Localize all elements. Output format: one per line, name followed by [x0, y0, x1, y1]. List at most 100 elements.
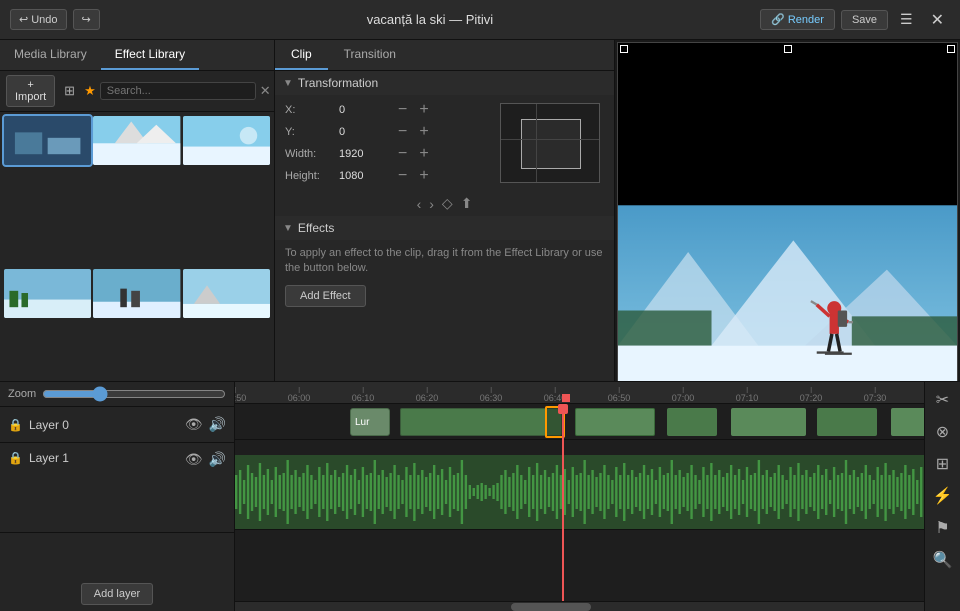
x-row: X: 0 − + [275, 99, 494, 121]
snap-tool-button[interactable]: ⚡ [929, 482, 957, 510]
media-thumbnail-1[interactable] [4, 116, 91, 165]
layer1-name: Layer 1 [29, 451, 179, 465]
window-title: vacanță la ski — Pitivi [100, 12, 760, 27]
render-button[interactable]: 🔗 Render [760, 9, 835, 30]
timeline-controls: Zoom 🔒 Layer 0 👁 🔊 🔒 Layer 1 👁 🔊 Add lay… [0, 382, 235, 611]
scissors-tool-button[interactable]: ✂ [929, 386, 957, 414]
playhead-marker [562, 394, 570, 402]
transform-label: Transformation [298, 76, 378, 90]
y-label: Y: [285, 126, 333, 138]
x-decrement-button[interactable]: − [395, 102, 410, 118]
x-label: X: [285, 104, 333, 116]
layer0-mute-button[interactable]: 🔊 [209, 416, 226, 433]
ruler-tick-4: 06:30 [480, 387, 503, 403]
media-thumbnail-6[interactable] [183, 269, 270, 318]
layer-1-row: 🔒 Layer 1 👁 🔊 [0, 443, 234, 533]
transition-marker [545, 406, 565, 438]
transform-visual [500, 103, 600, 183]
width-label: Width: [285, 148, 333, 160]
layer-0-row: 🔒 Layer 0 👁 🔊 [0, 407, 234, 443]
ruler-tick-10: 07:30 [864, 387, 887, 403]
media-thumbnail-5[interactable] [93, 269, 180, 318]
height-decrement-button[interactable]: − [395, 168, 410, 184]
zoom-row: Zoom [0, 382, 234, 407]
audio-waveform [235, 455, 924, 529]
add-layer-button[interactable]: Add layer [81, 583, 153, 605]
close-button[interactable]: ✕ [925, 8, 950, 32]
width-increment-button[interactable]: + [416, 146, 431, 162]
tab-media-library[interactable]: Media Library [0, 40, 101, 70]
ruler-tick-0: 05:50 [235, 387, 246, 403]
import-button[interactable]: + Import [6, 75, 55, 107]
effects-section-header[interactable]: ▼ Effects [275, 216, 614, 240]
library-toolbar: + Import ⊞ ★ ✕ [0, 71, 274, 112]
height-row: Height: 1080 − + [275, 165, 494, 187]
track-layer-1 [235, 440, 924, 530]
tab-effect-library[interactable]: Effect Library [101, 40, 199, 70]
redo-button[interactable]: ↪ [73, 9, 100, 30]
clip-tabs: Clip Transition [275, 40, 614, 71]
undo-button[interactable]: ↩ Undo [10, 9, 67, 30]
next-keyframe-button[interactable]: › [429, 196, 434, 212]
clip-block-6[interactable] [817, 408, 877, 436]
ruler-tick-6: 06:50 [608, 387, 631, 403]
transform-arrow-icon: ▼ [283, 78, 293, 89]
layer1-lock-button[interactable]: 🔒 [8, 451, 23, 465]
zoom-tool-button[interactable]: 🔍 [929, 546, 957, 574]
bottom-panel: Zoom 🔒 Layer 0 👁 🔊 🔒 Layer 1 👁 🔊 Add lay… [0, 381, 960, 611]
layer0-visibility-button[interactable]: 👁 [185, 416, 203, 433]
undo-icon: ↩ [19, 13, 28, 26]
diamond-keyframe-button[interactable]: ◇ [442, 195, 453, 212]
search-input[interactable] [100, 82, 256, 100]
ruler-tick-8: 07:10 [736, 387, 759, 403]
save-button[interactable]: Save [841, 10, 888, 30]
library-tabs: Media Library Effect Library [0, 40, 274, 71]
layer1-visibility-button[interactable]: 👁 [185, 451, 203, 468]
media-thumbnail-4[interactable] [4, 269, 91, 318]
y-value: 0 [339, 126, 389, 138]
x-value: 0 [339, 104, 389, 116]
x-increment-button[interactable]: + [416, 102, 431, 118]
layer0-lock-button[interactable]: 🔒 [8, 418, 23, 432]
y-increment-button[interactable]: + [416, 124, 431, 140]
media-thumbnail-2[interactable] [93, 116, 180, 165]
timeline-scrollbar[interactable] [235, 601, 924, 611]
clip-block-4[interactable] [667, 408, 717, 436]
layer1-mute-button[interactable]: 🔊 [209, 451, 226, 468]
clip-block-5[interactable] [731, 408, 806, 436]
clip-block-lur[interactable]: Lur [350, 408, 390, 436]
zoom-label: Zoom [8, 388, 36, 400]
y-row: Y: 0 − + [275, 121, 494, 143]
width-decrement-button[interactable]: − [395, 146, 410, 162]
search-clear-button[interactable]: ✕ [260, 83, 271, 99]
transform-section-header[interactable]: ▼ Transformation [275, 71, 614, 95]
list-view-button[interactable]: ⊞ [59, 81, 80, 101]
track-layer-0: Lur [235, 404, 924, 440]
timeline-scrollbar-thumb[interactable] [511, 603, 591, 611]
prev-keyframe-button[interactable]: ‹ [417, 196, 422, 212]
clip-block-3[interactable] [575, 408, 655, 436]
tab-transition[interactable]: Transition [328, 40, 412, 70]
clip-block-2[interactable] [400, 408, 562, 436]
zoom-slider[interactable] [42, 386, 226, 402]
ruler-tick-1: 06:00 [288, 387, 311, 403]
reset-button[interactable]: ⬆ [461, 195, 473, 212]
menu-button[interactable]: ☰ [894, 9, 919, 30]
clip-block-7[interactable] [891, 408, 924, 436]
tab-clip[interactable]: Clip [275, 40, 328, 70]
y-decrement-button[interactable]: − [395, 124, 410, 140]
effects-label: Effects [298, 221, 334, 235]
marker-tool-button[interactable]: ⚑ [929, 514, 957, 542]
height-value: 1080 [339, 170, 389, 182]
height-label: Height: [285, 170, 333, 182]
ruler-tick-9: 07:20 [800, 387, 823, 403]
height-increment-button[interactable]: + [416, 168, 431, 184]
effects-hint: To apply an effect to the clip, drag it … [285, 246, 604, 277]
unlink-tool-button[interactable]: ⊗ [929, 418, 957, 446]
layer0-name: Layer 0 [29, 418, 179, 432]
add-effect-button[interactable]: Add Effect [285, 285, 366, 307]
grid-tool-button[interactable]: ⊞ [929, 450, 957, 478]
timeline-tracks: Lur [235, 404, 924, 601]
timeline-ruler: 05:50 06:00 06:10 06:20 06:30 06:40 06:5… [235, 382, 924, 404]
media-thumbnail-3[interactable] [183, 116, 270, 165]
